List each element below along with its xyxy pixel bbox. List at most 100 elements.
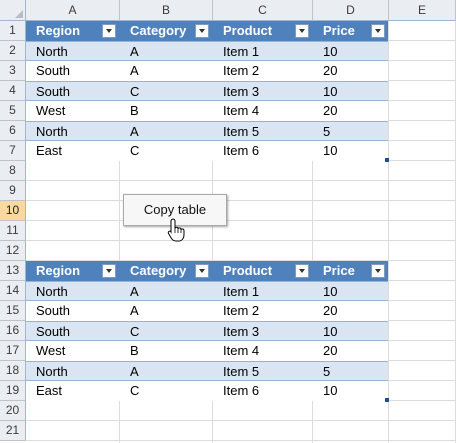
table-cell[interactable]: West — [26, 101, 65, 121]
filter-dropdown-icon[interactable] — [195, 24, 209, 38]
table-cell[interactable]: A — [120, 301, 139, 321]
table-cell[interactable]: 10 — [313, 282, 337, 302]
filter-dropdown-icon[interactable] — [371, 264, 385, 278]
table-cell[interactable]: Item 3 — [213, 322, 259, 342]
row-header-18[interactable]: 18 — [0, 361, 26, 381]
table-cell[interactable]: Item 6 — [213, 381, 259, 401]
table-cell[interactable]: B — [120, 101, 139, 121]
table-cell[interactable]: C — [120, 141, 139, 161]
table-cell[interactable]: C — [120, 322, 139, 342]
table-cell[interactable]: 5 — [313, 362, 330, 382]
table-cell[interactable]: A — [120, 61, 139, 81]
row-header-7[interactable]: 7 — [0, 141, 26, 161]
filter-dropdown-icon[interactable] — [295, 24, 309, 38]
row-header-8[interactable]: 8 — [0, 161, 26, 181]
column-header-cell[interactable]: Category — [120, 261, 186, 281]
select-all-corner[interactable] — [0, 0, 26, 21]
hand-pointer-icon — [167, 218, 185, 247]
row-header-21[interactable]: 21 — [0, 421, 26, 441]
table-cell[interactable]: 10 — [313, 82, 337, 102]
column-header-cell[interactable]: Category — [120, 21, 186, 41]
table-header-row: Region Category Product Price — [26, 261, 388, 281]
column-header-cell[interactable]: Price — [313, 261, 355, 281]
table-cell[interactable]: Item 2 — [213, 301, 259, 321]
row-header-11[interactable]: 11 — [0, 221, 26, 241]
row-header-10[interactable]: 10 — [0, 201, 26, 221]
table-cell[interactable]: South — [26, 61, 70, 81]
table-cell[interactable]: 10 — [313, 322, 337, 342]
table-cell[interactable]: B — [120, 341, 139, 361]
row-header-1[interactable]: 1 — [0, 21, 26, 41]
table-cell[interactable]: Item 5 — [213, 362, 259, 382]
table-cell[interactable]: 20 — [313, 61, 337, 81]
table-header-row: Region Category Product Price — [26, 21, 388, 41]
column-header-b[interactable]: B — [120, 0, 213, 21]
row-header-14[interactable]: 14 — [0, 281, 26, 301]
column-header-cell[interactable]: Price — [313, 21, 355, 41]
table-cell[interactable]: Item 4 — [213, 341, 259, 361]
table-cell[interactable]: 10 — [313, 42, 337, 62]
table-cell[interactable]: 10 — [313, 381, 337, 401]
table-cell[interactable]: A — [120, 282, 139, 302]
filter-dropdown-icon[interactable] — [102, 264, 116, 278]
table-cell[interactable]: East — [26, 141, 62, 161]
table-cell[interactable]: North — [26, 122, 68, 142]
row-header-9[interactable]: 9 — [0, 181, 26, 201]
column-header-d[interactable]: D — [313, 0, 389, 21]
table-cell[interactable]: 20 — [313, 341, 337, 361]
table-cell[interactable]: A — [120, 42, 139, 62]
table-cell[interactable]: 20 — [313, 301, 337, 321]
table-row: South C Item 3 10 — [26, 81, 388, 101]
row-header-12[interactable]: 12 — [0, 241, 26, 261]
column-header-cell[interactable]: Product — [213, 21, 272, 41]
column-header-e[interactable]: E — [389, 0, 456, 21]
table-cell[interactable]: South — [26, 301, 70, 321]
column-header-cell[interactable]: Region — [26, 261, 80, 281]
table-cell[interactable]: C — [120, 381, 139, 401]
table-cell[interactable]: North — [26, 42, 68, 62]
table-row: South A Item 2 20 — [26, 61, 388, 81]
filter-dropdown-icon[interactable] — [195, 264, 209, 278]
table-cell[interactable]: North — [26, 362, 68, 382]
table-cell[interactable]: North — [26, 282, 68, 302]
row-header-4[interactable]: 4 — [0, 81, 26, 101]
table-cell[interactable]: Item 1 — [213, 42, 259, 62]
table-1-resize-handle[interactable] — [385, 158, 389, 162]
table-cell[interactable]: 10 — [313, 141, 337, 161]
row-header-15[interactable]: 15 — [0, 301, 26, 321]
table-cell[interactable]: Item 6 — [213, 141, 259, 161]
row-header-6[interactable]: 6 — [0, 121, 26, 141]
filter-dropdown-icon[interactable] — [295, 264, 309, 278]
table-cell[interactable]: A — [120, 122, 139, 142]
row-header-2[interactable]: 2 — [0, 41, 26, 61]
row-header-16[interactable]: 16 — [0, 321, 26, 341]
row-header-20[interactable]: 20 — [0, 401, 26, 421]
row-header-19[interactable]: 19 — [0, 381, 26, 401]
table-cell[interactable]: A — [120, 362, 139, 382]
row-header-3[interactable]: 3 — [0, 61, 26, 81]
table-2-resize-handle[interactable] — [385, 398, 389, 402]
table-cell[interactable]: Item 3 — [213, 82, 259, 102]
table-cell[interactable]: East — [26, 381, 62, 401]
filter-dropdown-icon[interactable] — [371, 24, 385, 38]
table-cell[interactable]: Item 4 — [213, 101, 259, 121]
table-cell[interactable]: South — [26, 82, 70, 102]
row-header-17[interactable]: 17 — [0, 341, 26, 361]
spreadsheet: A B C D E 1 2 3 4 5 6 7 8 9 10 11 12 13 14 15 16 17 18 19 2… — [0, 0, 456, 443]
column-header-cell[interactable]: Region — [26, 21, 80, 41]
column-header-cell[interactable]: Product — [213, 261, 272, 281]
row-header-13[interactable]: 13 — [0, 261, 26, 281]
filter-dropdown-icon[interactable] — [102, 24, 116, 38]
table-cell[interactable]: Item 2 — [213, 61, 259, 81]
table-row: North A Item 1 10 — [26, 41, 388, 61]
table-cell[interactable]: South — [26, 322, 70, 342]
column-header-c[interactable]: C — [213, 0, 313, 21]
table-cell[interactable]: 5 — [313, 122, 330, 142]
table-cell[interactable]: Item 5 — [213, 122, 259, 142]
table-cell[interactable]: West — [26, 341, 65, 361]
table-cell[interactable]: Item 1 — [213, 282, 259, 302]
table-cell[interactable]: 20 — [313, 101, 337, 121]
table-cell[interactable]: C — [120, 82, 139, 102]
column-header-a[interactable]: A — [26, 0, 120, 21]
row-header-5[interactable]: 5 — [0, 101, 26, 121]
